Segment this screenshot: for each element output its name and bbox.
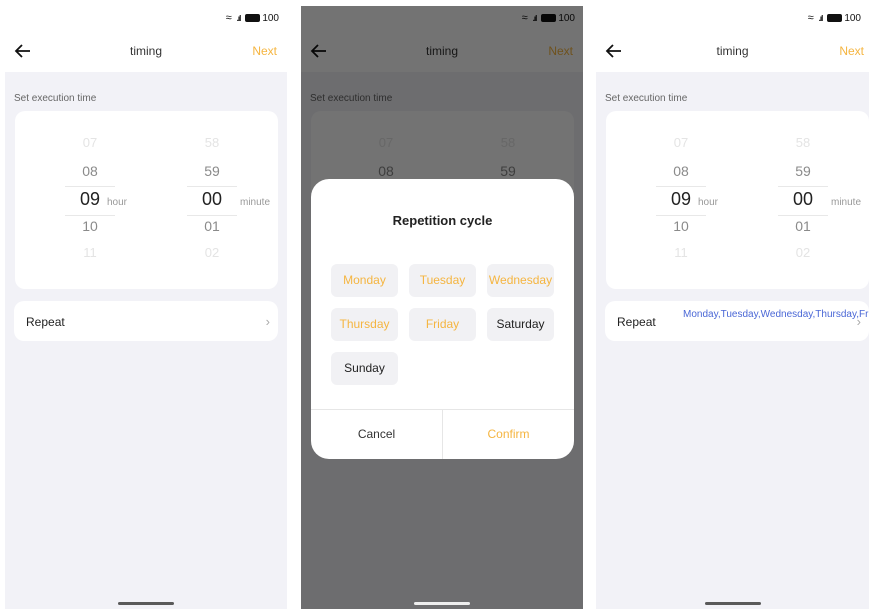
repeat-row[interactable]: Repeat Monday,Tuesday,Wednesday,Thursday… (605, 301, 869, 341)
repeat-label: Repeat (26, 315, 65, 329)
minute-option[interactable]: 59 (778, 163, 828, 179)
section-label: Set execution time (605, 93, 688, 104)
day-friday-button[interactable]: Friday (409, 308, 476, 341)
time-picker: 07 08 09 10 11 hour 58 59 00 01 02 minut… (15, 111, 278, 289)
hour-unit-label: hour (107, 197, 128, 208)
hour-option[interactable]: 07 (656, 135, 706, 150)
repeat-row[interactable]: Repeat › (14, 301, 278, 341)
dialog-title: Repetition cycle (392, 213, 493, 228)
day-sunday-button[interactable]: Sunday (331, 352, 398, 385)
hour-option[interactable]: 11 (656, 245, 706, 260)
minute-selected[interactable]: 00 (187, 189, 237, 210)
signal-icon: .ıl (818, 13, 824, 23)
hour-option[interactable]: 10 (65, 218, 115, 234)
hour-option[interactable]: 08 (656, 163, 706, 179)
divider (187, 186, 237, 187)
day-saturday-button[interactable]: Saturday (487, 308, 554, 341)
chevron-right-icon: › (265, 314, 270, 329)
home-indicator (118, 602, 174, 605)
repeat-label: Repeat (617, 315, 656, 329)
minute-option[interactable]: 02 (778, 245, 828, 260)
battery-icon (827, 14, 843, 22)
hour-option[interactable]: 08 (65, 163, 115, 179)
wifi-icon: ≈ (807, 12, 814, 24)
day-thursday-button[interactable]: Thursday (331, 308, 398, 341)
repeat-value: Monday,Tuesday,Wednesday,Thursday,Friday (683, 309, 869, 320)
minute-option[interactable]: 01 (187, 218, 237, 234)
next-button[interactable]: Next (252, 44, 277, 58)
screen-timing-dialog: ≈ .ıl 100 timing Next Set execution time… (301, 6, 583, 609)
repetition-dialog: Repetition cycle Monday Tuesday Wednesda… (311, 179, 574, 459)
day-wednesday-button[interactable]: Wednesday (487, 264, 554, 297)
day-tuesday-button[interactable]: Tuesday (409, 264, 476, 297)
divider (65, 186, 115, 187)
minute-option[interactable]: 58 (778, 135, 828, 150)
hour-option[interactable]: 07 (65, 135, 115, 150)
time-picker: 07 08 09 10 11 hour 58 59 00 01 02 minut… (606, 111, 869, 289)
cancel-button[interactable]: Cancel (311, 409, 442, 459)
divider (65, 215, 115, 216)
minute-unit-label: minute (831, 197, 862, 208)
hour-unit-label: hour (698, 197, 719, 208)
battery-level: 100 (262, 12, 279, 24)
divider (187, 215, 237, 216)
divider (656, 215, 706, 216)
battery-icon (245, 14, 261, 22)
status-bar: ≈ .ıl 100 (5, 6, 287, 32)
minute-selected[interactable]: 00 (778, 189, 828, 210)
page-title: timing (129, 44, 162, 58)
day-monday-button[interactable]: Monday (331, 264, 398, 297)
confirm-button[interactable]: Confirm (443, 409, 574, 459)
wifi-icon: ≈ (225, 12, 232, 24)
status-bar: ≈ .ıl 100 (596, 6, 869, 32)
chevron-right-icon: › (856, 314, 861, 329)
minute-option[interactable]: 59 (187, 163, 237, 179)
divider (778, 215, 828, 216)
section-label: Set execution time (14, 93, 97, 104)
nav-bar: timing Next (5, 32, 287, 72)
signal-icon: .ıl (236, 13, 242, 23)
battery-level: 100 (844, 12, 861, 24)
nav-bar: timing Next (596, 32, 869, 72)
divider (656, 186, 706, 187)
hour-option[interactable]: 10 (656, 218, 706, 234)
screen-timing: ≈ .ıl 100 timing Next Set execution time… (5, 6, 287, 609)
home-indicator (414, 602, 470, 605)
next-button[interactable]: Next (839, 44, 864, 58)
minute-option[interactable]: 02 (187, 245, 237, 260)
home-indicator (704, 602, 761, 605)
page-title: timing (716, 44, 749, 58)
minute-option[interactable]: 58 (187, 135, 237, 150)
divider (778, 186, 828, 187)
minute-unit-label: minute (240, 197, 271, 208)
hour-option[interactable]: 11 (65, 245, 115, 260)
screen-timing-result: ≈ .ıl 100 timing Next Set execution time… (596, 6, 869, 609)
minute-option[interactable]: 01 (778, 218, 828, 234)
